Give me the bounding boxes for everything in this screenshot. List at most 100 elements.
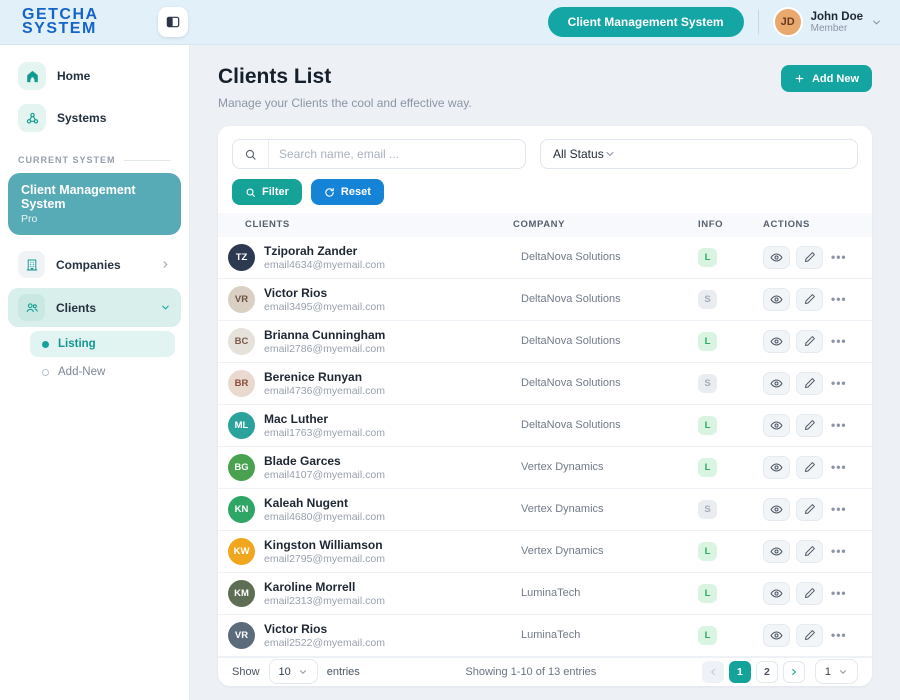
pencil-icon — [804, 419, 816, 431]
client-avatar: VR — [228, 622, 255, 649]
view-button[interactable] — [763, 624, 790, 647]
user-role: Member — [811, 23, 863, 34]
page-size-control: Show 10 entries — [232, 659, 360, 684]
client-name: Tziporah Zander — [264, 244, 385, 258]
pagination-prev-button[interactable] — [702, 661, 724, 683]
edit-button[interactable] — [796, 246, 823, 269]
client-company: DeltaNova Solutions — [513, 335, 698, 347]
edit-button[interactable] — [796, 414, 823, 437]
submenu-item-listing[interactable]: Listing — [30, 331, 175, 357]
client-name: Mac Luther — [264, 412, 385, 426]
row-actions: ••• — [763, 246, 858, 269]
edit-button[interactable] — [796, 624, 823, 647]
client-avatar: BR — [228, 370, 255, 397]
search-input[interactable] — [269, 147, 525, 161]
users-icon — [18, 294, 45, 321]
view-button[interactable] — [763, 288, 790, 311]
client-name: Karoline Morrell — [264, 580, 385, 594]
filter-button[interactable]: Filter — [232, 179, 302, 205]
sidebar-item-systems[interactable]: Systems — [0, 97, 189, 139]
building-icon — [18, 251, 45, 278]
topbar-right: Client Management System JD John Doe Mem… — [548, 7, 900, 37]
page-title: Clients List — [218, 65, 472, 89]
table-row: VR Victor Riosemail2522@myemail.com Lumina… — [218, 615, 872, 657]
client-name: Berenice Runyan — [264, 370, 385, 384]
row-actions: ••• — [763, 582, 858, 605]
edit-button[interactable] — [796, 498, 823, 521]
edit-button[interactable] — [796, 330, 823, 353]
table-row: MLMac Lutheremail1763@myemail.comDeltaNo… — [218, 405, 872, 447]
view-button[interactable] — [763, 414, 790, 437]
row-actions: ••• — [763, 372, 858, 395]
client-email: email2522@myemail.com — [264, 637, 385, 649]
submenu-item-add-new[interactable]: Add-New — [30, 359, 175, 385]
table-row: KNKaleah Nugentemail4680@myemail.comVert… — [218, 489, 872, 531]
column-header-clients: CLIENTS — [228, 219, 513, 230]
edit-button[interactable] — [796, 288, 823, 311]
client-avatar: BC — [228, 328, 255, 355]
sidebar-item-label: Home — [57, 69, 90, 83]
status-select-value: All Status — [553, 147, 604, 161]
more-actions-button[interactable]: ••• — [829, 502, 849, 516]
pagination-page-button[interactable]: 2 — [756, 661, 778, 683]
view-button[interactable] — [763, 246, 790, 269]
edit-button[interactable] — [796, 540, 823, 563]
show-label: Show — [232, 666, 260, 678]
table-row: BCBrianna Cunninghamemail2786@myemail.co… — [218, 321, 872, 363]
user-avatar: JD — [773, 7, 803, 37]
page-jump-select[interactable]: 1 — [815, 659, 858, 684]
client-cell: KWKingston Williamsonemail2795@myemail.c… — [228, 538, 513, 565]
pagination-next-button[interactable] — [783, 661, 805, 683]
more-actions-button[interactable]: ••• — [829, 460, 849, 474]
more-actions-button[interactable]: ••• — [829, 628, 849, 642]
pagination-page-button[interactable]: 1 — [729, 661, 751, 683]
user-name: John Doe — [811, 11, 863, 23]
sidebar-item-companies[interactable]: Companies — [8, 245, 181, 284]
client-name: Blade Garces — [264, 454, 385, 468]
client-company: Vertex Dynamics — [513, 503, 698, 515]
more-actions-button[interactable]: ••• — [829, 250, 849, 264]
column-header-info: INFO — [698, 219, 763, 230]
reset-button[interactable]: Reset — [311, 179, 384, 205]
bullet-dot-icon — [42, 341, 49, 348]
client-company: LuminaTech — [513, 629, 698, 641]
more-actions-button[interactable]: ••• — [829, 334, 849, 348]
page-header: Clients List Manage your Clients the coo… — [218, 65, 872, 110]
more-actions-button[interactable]: ••• — [829, 586, 849, 600]
section-label: CURRENT SYSTEM — [18, 155, 116, 165]
view-button[interactable] — [763, 372, 790, 395]
info-badge: S — [698, 290, 717, 309]
more-actions-button[interactable]: ••• — [829, 376, 849, 390]
view-button[interactable] — [763, 330, 790, 353]
edit-button[interactable] — [796, 456, 823, 479]
view-button[interactable] — [763, 540, 790, 563]
sidebar-item-home[interactable]: Home — [0, 55, 189, 97]
sidebar-toggle-button[interactable] — [158, 7, 188, 37]
client-cell: KNKaleah Nugentemail4680@myemail.com — [228, 496, 513, 523]
status-select[interactable]: All Status — [540, 139, 858, 169]
view-button[interactable] — [763, 498, 790, 521]
client-name: Victor Rios — [264, 622, 385, 636]
current-system-card[interactable]: Client Management System Pro — [8, 173, 181, 235]
edit-button[interactable] — [796, 372, 823, 395]
pencil-icon — [804, 335, 816, 347]
plus-icon — [794, 73, 805, 84]
view-button[interactable] — [763, 582, 790, 605]
more-actions-button[interactable]: ••• — [829, 544, 849, 558]
user-menu[interactable]: JD John Doe Member — [773, 7, 882, 37]
system-name-button[interactable]: Client Management System — [548, 7, 744, 37]
info-badge: S — [698, 374, 717, 393]
client-name: Victor Rios — [264, 286, 385, 300]
chevron-down-icon — [160, 302, 171, 313]
add-new-button[interactable]: Add New — [781, 65, 872, 92]
page-size-select[interactable]: 10 — [269, 659, 318, 684]
sidebar-item-clients[interactable]: Clients — [8, 288, 181, 327]
view-button[interactable] — [763, 456, 790, 479]
search-box — [232, 139, 526, 169]
current-system-section: CURRENT SYSTEM — [18, 155, 171, 165]
bullet-circle-icon — [42, 369, 49, 376]
info-badge: L — [698, 458, 717, 477]
more-actions-button[interactable]: ••• — [829, 292, 849, 306]
edit-button[interactable] — [796, 582, 823, 605]
more-actions-button[interactable]: ••• — [829, 418, 849, 432]
